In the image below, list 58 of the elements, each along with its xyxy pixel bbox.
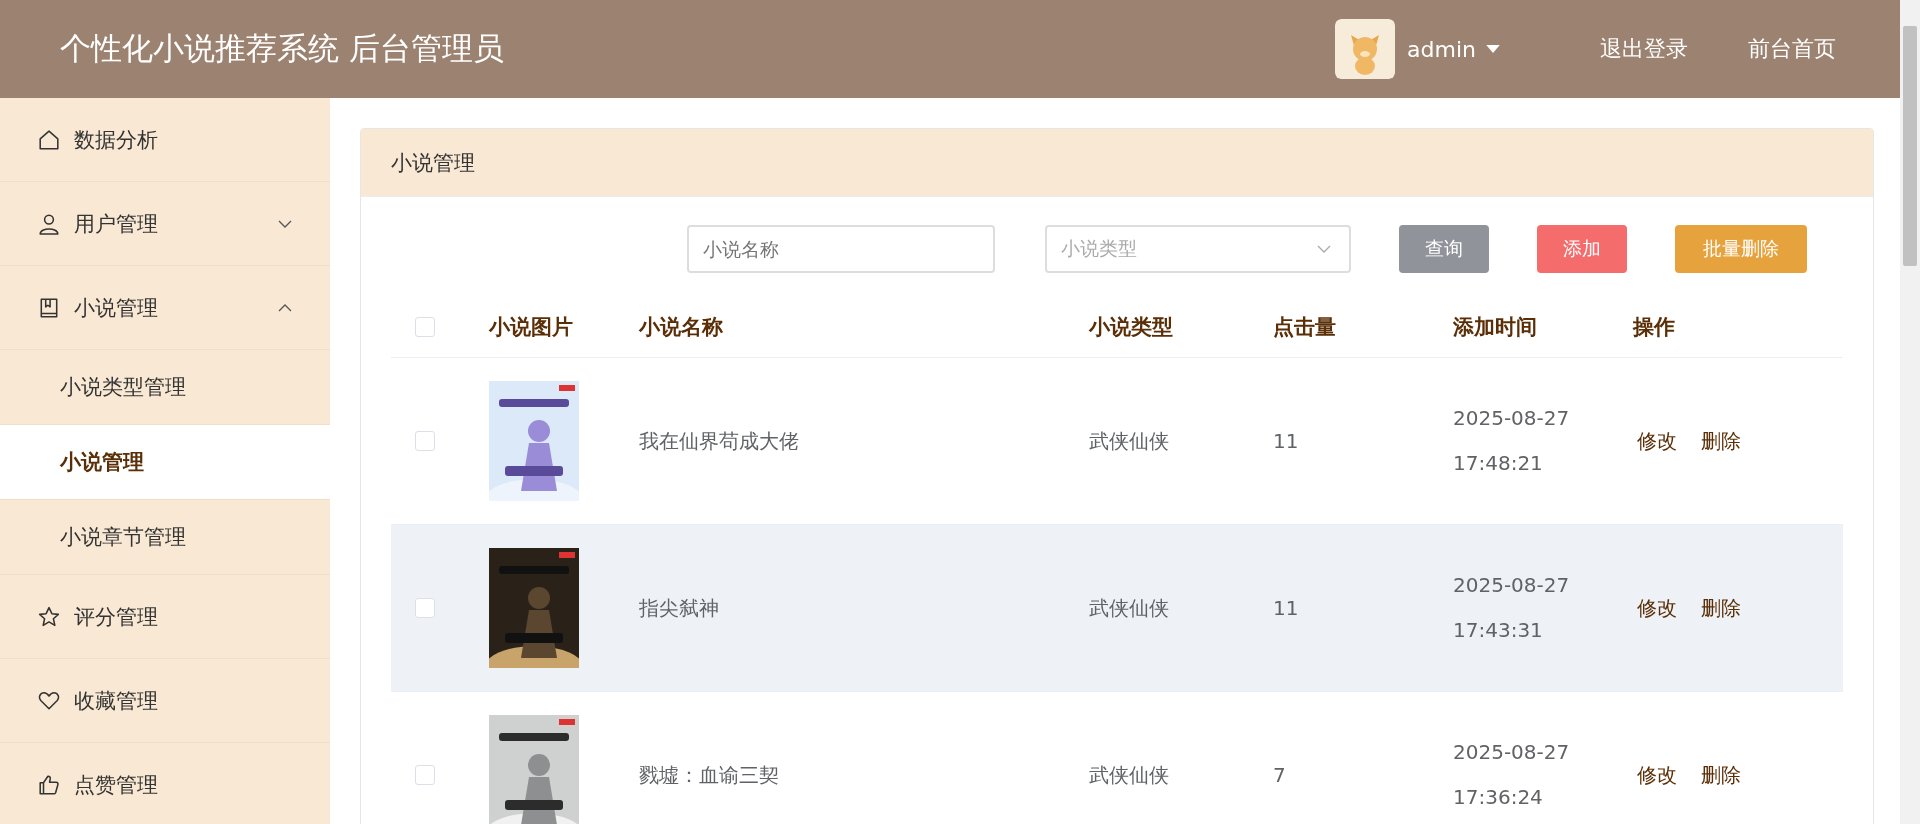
table-cell: 武侠仙侠 (1089, 428, 1169, 453)
row-action-link[interactable]: 修改 (1637, 762, 1677, 787)
sidebar-item[interactable]: 收藏管理 (0, 659, 330, 743)
row-checkbox[interactable] (415, 431, 435, 451)
chevron-icon (1317, 245, 1331, 253)
header-link[interactable]: 前台首页 (1748, 34, 1836, 64)
user-menu[interactable]: admin (1395, 36, 1512, 62)
panel-title: 小说管理 (391, 149, 475, 177)
sidebar-item[interactable]: 数据分析 (0, 98, 330, 182)
header-link[interactable]: 退出登录 (1600, 34, 1688, 64)
star-icon (38, 605, 60, 628)
table-cell: 指尖弑神 (639, 595, 719, 620)
time-cell-text: 17:36:24 (1453, 784, 1544, 811)
table-cell: 11 (1273, 596, 1299, 620)
book-icon (38, 296, 60, 319)
row-checkbox[interactable] (415, 598, 435, 618)
time-cell-text: 17:43:31 (1453, 617, 1544, 644)
scrollbar[interactable] (1900, 0, 1920, 824)
table-cell: 7 (1273, 763, 1286, 787)
sidebar-subitem[interactable]: 小说管理 (0, 425, 330, 500)
sidebar-item[interactable]: 评分管理 (0, 575, 330, 659)
name-search-field[interactable]: 小说名称 (687, 225, 995, 273)
home-icon (38, 128, 60, 151)
app-title: 个性化小说推荐系统 后台管理员 (60, 29, 504, 68)
table-cell: 我在仙界苟成大佬 (639, 428, 799, 453)
row-action-link[interactable]: 修改 (1637, 595, 1677, 620)
column-header: 操作 (1633, 315, 1675, 339)
sidebar-item[interactable]: 用户管理 (0, 182, 330, 266)
sidebar-subitem[interactable]: 小说章节管理 (0, 500, 330, 575)
chevron-icon (278, 219, 292, 228)
date-cell-text: 2025-08-27 (1453, 739, 1571, 766)
chevron-icon (278, 303, 292, 312)
sidebar-item[interactable]: 小说管理 (0, 266, 330, 350)
thumb-icon (38, 773, 60, 796)
time-cell-text: 17:48:21 (1453, 450, 1544, 477)
select-all-checkbox[interactable] (415, 317, 435, 337)
date-cell-text: 2025-08-27 (1453, 572, 1571, 599)
row-action-link[interactable]: 删除 (1701, 762, 1741, 787)
row-action-link[interactable]: 删除 (1701, 428, 1741, 453)
scrollbar-thumb[interactable] (1903, 26, 1917, 266)
table-cell: 武侠仙侠 (1089, 595, 1169, 620)
heart-icon (38, 689, 60, 712)
row-action-link[interactable]: 删除 (1701, 595, 1741, 620)
column-header: 小说图片 (489, 315, 573, 339)
table-cell: 戮墟：血谕三契 (639, 762, 779, 787)
column-header: 点击量 (1273, 315, 1336, 339)
sidebar-item[interactable]: 点赞管理 (0, 743, 330, 824)
cat-avatar-icon (1335, 19, 1396, 79)
table-cell: 11 (1273, 429, 1299, 453)
column-header: 小说类型 (1089, 315, 1173, 339)
row-action-link[interactable]: 修改 (1637, 428, 1677, 453)
table-cell: 武侠仙侠 (1089, 762, 1169, 787)
column-header: 添加时间 (1453, 315, 1537, 339)
row-checkbox[interactable] (415, 765, 435, 785)
column-header: 小说名称 (639, 315, 723, 339)
caret-icon (1486, 44, 1500, 54)
user-icon (38, 212, 60, 235)
date-cell-text: 2025-08-27 (1453, 405, 1571, 432)
